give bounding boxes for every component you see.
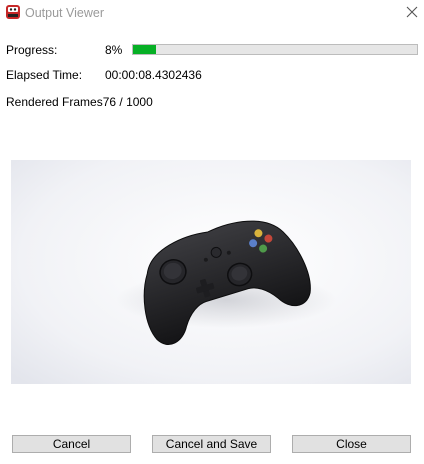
frames-value: 76 / 1000 [102,95,153,109]
progress-label: Progress: [6,43,58,57]
app-logo-icon [6,5,20,19]
cancel-button[interactable]: Cancel [12,435,131,453]
elapsed-label: Elapsed Time: [6,68,83,82]
progress-bar [132,44,418,55]
close-icon[interactable] [405,5,419,19]
frames-label: Rendered Frames [6,95,103,109]
cancel-and-save-button[interactable]: Cancel and Save [152,435,271,453]
elapsed-row: Elapsed Time: 00:00:08.4302436 [6,68,202,82]
progress-fill [133,45,156,54]
progress-percent: 8% [105,43,123,57]
game-controller-render [11,160,411,384]
progress-row: Progress: 8% [6,43,122,57]
title-bar: Output Viewer [0,0,424,26]
close-button[interactable]: Close [292,435,411,453]
elapsed-value: 00:00:08.4302436 [105,68,202,82]
window-title: Output Viewer [25,6,104,20]
render-preview [11,160,411,384]
frames-row: Rendered Frames76 / 1000 [6,95,153,109]
